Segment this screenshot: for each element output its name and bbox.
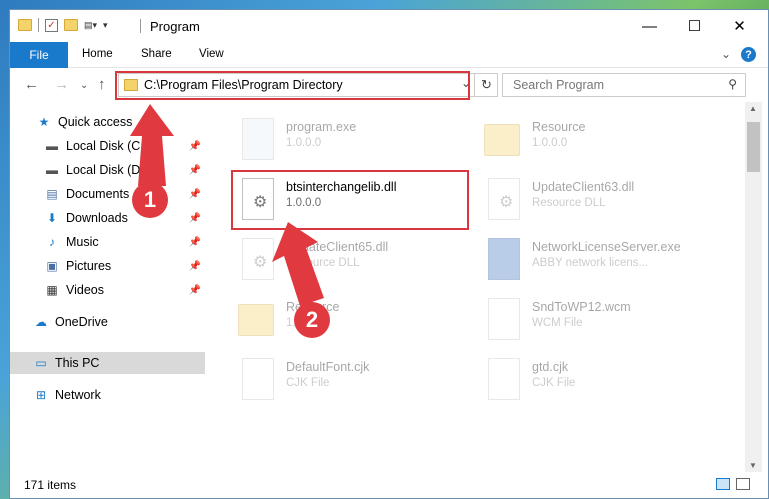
- quick-access-toolbar: ✓ ▤▾ ▾: [18, 18, 108, 32]
- file-item[interactable]: DefaultFont.cjk CJK File: [238, 358, 369, 402]
- star-icon: ★: [38, 115, 50, 129]
- videos-icon: ▦: [46, 283, 58, 297]
- dll-icon: ⚙: [484, 178, 524, 222]
- chevron-down-icon[interactable]: ▾: [103, 20, 108, 31]
- window-title: Program: [150, 19, 200, 34]
- sidebar-item-music[interactable]: ♪ Music 📌: [10, 231, 205, 253]
- sidebar-item-this-pc[interactable]: ▭ This PC: [10, 352, 205, 374]
- download-icon: ⬇: [46, 211, 58, 225]
- tab-view[interactable]: View: [199, 48, 224, 60]
- sidebar-item-pictures[interactable]: ▣ Pictures 📌: [10, 255, 205, 277]
- gear-icon: ⚙: [253, 254, 268, 271]
- forward-arrow-icon[interactable]: →: [54, 76, 69, 93]
- scroll-down-icon[interactable]: ▼: [749, 461, 757, 470]
- gear-icon: ⚙: [499, 194, 514, 211]
- exe-icon: [238, 118, 278, 162]
- recent-locations-icon[interactable]: ⌄: [80, 80, 88, 91]
- navigation-bar: ← → ⌄ ↑ C:\Program Files\Program Directo…: [10, 68, 768, 102]
- folder-icon: [18, 19, 32, 31]
- sidebar-item-local-disk-d[interactable]: ▬ Local Disk (D:) 📌: [10, 159, 205, 181]
- pin-icon[interactable]: 📌: [189, 141, 201, 152]
- file-item[interactable]: ⚙ UpdateClient63.dll Resource DLL: [484, 178, 634, 222]
- close-button[interactable]: ✕: [717, 10, 762, 42]
- step-badge-2: 2: [294, 302, 330, 338]
- file-item[interactable]: NetworkLicenseServer.exe ABBY network li…: [484, 238, 681, 282]
- sidebar-item-local-disk-c[interactable]: ▬ Local Disk (C:) 📌: [10, 135, 205, 157]
- address-highlight-box: [115, 71, 470, 100]
- computer-icon: ▭: [35, 356, 47, 370]
- file-item[interactable]: Resource 1.0.0.0: [484, 118, 586, 162]
- title-bar: ✓ ▤▾ ▾ Program — ☐ ✕: [10, 10, 768, 42]
- music-icon: ♪: [49, 235, 55, 249]
- documents-icon: ▤: [46, 187, 58, 201]
- explorer-window: ✓ ▤▾ ▾ Program — ☐ ✕ File Home Share Vie…: [9, 9, 769, 499]
- details-view-icon[interactable]: [716, 478, 730, 490]
- scroll-up-icon[interactable]: ▲: [749, 104, 757, 113]
- status-bar: 171 items: [10, 472, 768, 498]
- sidebar-item-network[interactable]: ⊞ Network: [10, 384, 205, 406]
- refresh-icon[interactable]: ↻: [474, 74, 498, 96]
- document-icon: [484, 298, 524, 342]
- file-item[interactable]: program.exe 1.0.0.0: [238, 118, 356, 162]
- pictures-icon: ▣: [46, 259, 58, 273]
- file-item[interactable]: gtd.cjk CJK File: [484, 358, 575, 402]
- scrollbar-thumb[interactable]: [747, 122, 760, 172]
- customize-toolbar-icon[interactable]: ▤▾: [84, 20, 97, 31]
- new-folder-icon[interactable]: [64, 19, 78, 31]
- file-item[interactable]: SndToWP12.wcm WCM File: [484, 298, 631, 342]
- ribbon-tabs: File Home Share View ⌄ ?: [10, 42, 768, 68]
- pin-icon[interactable]: 📌: [189, 189, 201, 200]
- minimize-button[interactable]: —: [627, 10, 672, 42]
- search-icon[interactable]: ⚲: [728, 77, 737, 91]
- network-icon: ⊞: [35, 388, 47, 402]
- file-item[interactable]: ⚙ UpdateClient65.dll Resource DLL: [238, 238, 388, 282]
- pin-icon[interactable]: 📌: [189, 237, 201, 248]
- cloud-icon: ☁: [35, 315, 47, 329]
- tab-home[interactable]: Home: [82, 48, 113, 60]
- file-highlight-box: [231, 170, 469, 230]
- search-placeholder: Search Program: [513, 78, 605, 92]
- folder-icon: [484, 118, 524, 162]
- search-input[interactable]: Search Program ⚲: [502, 73, 746, 97]
- up-arrow-icon[interactable]: ↑: [98, 76, 106, 93]
- drive-icon: ▬: [46, 163, 58, 177]
- maximize-button[interactable]: ☐: [672, 10, 717, 42]
- pin-icon[interactable]: 📌: [189, 165, 201, 176]
- item-count: 171 items: [24, 478, 77, 492]
- file-list: program.exe 1.0.0.0 ⚙ btsinterchangelib.…: [208, 102, 745, 472]
- back-arrow-icon[interactable]: ←: [24, 76, 39, 93]
- folder-icon: [238, 298, 278, 342]
- step-badge-1: 1: [132, 182, 168, 218]
- tab-file[interactable]: File: [10, 42, 68, 68]
- pin-icon[interactable]: 📌: [189, 285, 201, 296]
- large-icons-view-icon[interactable]: [736, 478, 750, 490]
- sidebar-item-videos[interactable]: ▦ Videos 📌: [10, 279, 205, 301]
- sidebar-item-documents[interactable]: ▤ Documents 📌: [10, 183, 205, 205]
- document-icon: [238, 358, 278, 402]
- sidebar-item-downloads[interactable]: ⬇ Downloads 📌: [10, 207, 205, 229]
- drive-icon: ▬: [46, 139, 58, 153]
- sidebar-item-quick-access[interactable]: ★ Quick access: [10, 111, 205, 133]
- pin-icon[interactable]: 📌: [189, 261, 201, 272]
- sidebar-item-onedrive[interactable]: ☁ OneDrive: [10, 311, 205, 333]
- document-icon: [484, 358, 524, 402]
- expand-ribbon-icon[interactable]: ⌄: [721, 47, 731, 61]
- dll-icon: ⚙: [238, 238, 278, 282]
- navigation-pane: ★ Quick access ▬ Local Disk (C:) 📌 ▬ Loc…: [10, 102, 207, 472]
- exe-icon: [484, 238, 524, 282]
- tab-share[interactable]: Share: [141, 48, 172, 60]
- pin-icon[interactable]: 📌: [189, 213, 201, 224]
- properties-icon[interactable]: ✓: [45, 18, 58, 32]
- help-icon[interactable]: ?: [741, 47, 756, 62]
- vertical-scrollbar[interactable]: ▲ ▼: [745, 102, 762, 472]
